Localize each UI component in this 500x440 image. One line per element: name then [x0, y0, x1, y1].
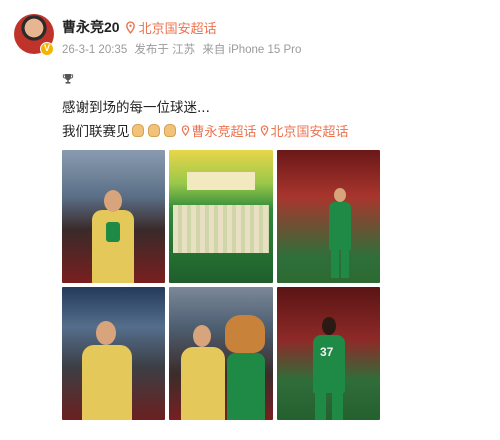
stage-banner	[187, 172, 255, 190]
player-head	[193, 325, 211, 347]
photo-grid: 37	[62, 150, 380, 420]
location-pin-icon	[125, 20, 135, 34]
fist-emoji-icon	[131, 123, 144, 137]
player-head	[96, 321, 116, 345]
team-group	[173, 205, 269, 253]
photo-2[interactable]	[169, 150, 273, 283]
verified-badge-icon: V	[40, 42, 54, 56]
topic-link[interactable]: 北京国安超话	[139, 18, 217, 37]
player-head	[104, 190, 122, 212]
player-head	[334, 188, 346, 202]
photo-5[interactable]	[169, 287, 273, 420]
player-figure	[181, 347, 225, 420]
photo-1[interactable]	[62, 150, 165, 283]
post-header: 曹永竞20 北京国安超话	[62, 17, 217, 37]
fist-emoji-icon	[163, 123, 176, 137]
photo-3[interactable]	[277, 150, 380, 283]
player-legs	[331, 250, 339, 278]
hashtag-label: 北京国安超话	[270, 124, 349, 140]
trophy-object	[106, 222, 120, 242]
player-head	[322, 317, 336, 335]
location-pin-icon	[181, 124, 189, 136]
player-figure	[329, 202, 351, 250]
post-location: 发布于 江苏	[134, 44, 196, 56]
photo-4[interactable]	[62, 287, 165, 420]
hashtag-label: 曹永竞超话	[191, 124, 257, 140]
jersey-number: 37	[320, 345, 334, 359]
fist-emoji-icon	[147, 123, 160, 137]
mascot-body	[227, 353, 265, 420]
post-text-line2: 我们联赛见 曹永竞超话 北京国安超话	[62, 120, 349, 140]
photo-6[interactable]: 37	[277, 287, 380, 420]
hashtag-caoyongjing[interactable]: 曹永竞超话	[178, 121, 257, 140]
post-text-line2-text: 我们联赛见	[62, 124, 130, 140]
player-figure	[313, 335, 345, 393]
mascot-head	[225, 315, 265, 353]
player-legs	[341, 250, 349, 278]
player-figure	[92, 210, 134, 283]
location-pin-icon	[260, 124, 268, 136]
post-source: 来自 iPhone 15 Pro	[202, 44, 302, 56]
weibo-post: V 曹永竞20 北京国安超话 26-3-1 20:35 发布于 江苏 来自 iP…	[0, 0, 500, 440]
player-legs	[315, 393, 326, 420]
player-legs	[332, 393, 343, 420]
trophy-icon	[62, 74, 74, 84]
post-text-line1: 感谢到场的每一位球迷...	[62, 100, 210, 116]
post-timestamp[interactable]: 26-3-1 20:35	[62, 44, 127, 56]
username[interactable]: 曹永竞20	[62, 17, 120, 37]
post-meta: 26-3-1 20:35 发布于 江苏 来自 iPhone 15 Pro	[62, 41, 305, 57]
player-figure	[82, 345, 132, 420]
hashtag-guoan[interactable]: 北京国安超话	[257, 121, 349, 140]
